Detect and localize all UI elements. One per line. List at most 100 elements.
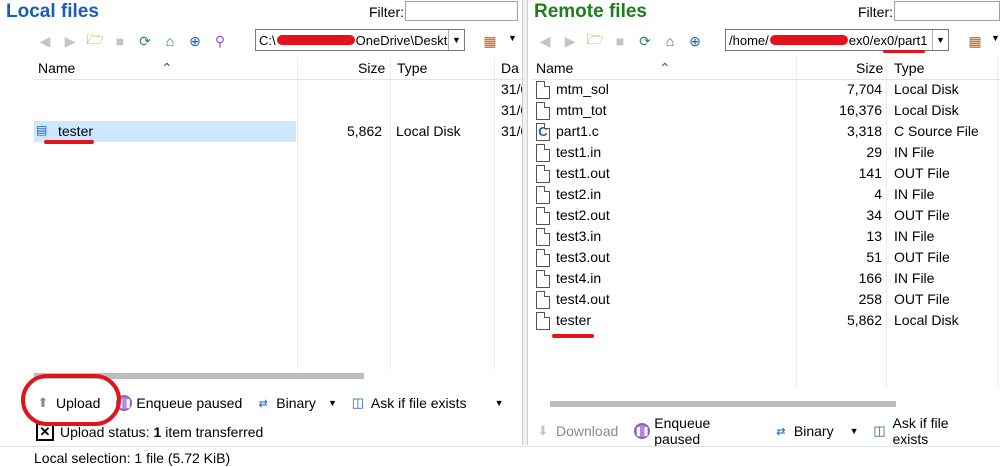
scrollbar-thumb[interactable] (550, 401, 896, 407)
file-name: tester (58, 123, 94, 139)
sort-ascending-icon: ⌃ (161, 60, 173, 76)
column-type[interactable]: Type (894, 60, 924, 76)
local-list-header: Name ⌃ Size Type Da (34, 58, 522, 80)
file-type: Local Disk (894, 102, 959, 118)
local-files-title: Local files (6, 1, 99, 22)
remote-horizontal-scrollbar[interactable] (532, 400, 1000, 408)
file-icon (536, 291, 550, 309)
file-name: mtm_sol (556, 81, 609, 97)
chevron-down-icon[interactable]: ▼ (850, 426, 859, 436)
local-path-suffix: OneDrive\Deskto (355, 32, 455, 48)
refresh-icon[interactable]: ⟳ (634, 31, 656, 51)
stop-icon[interactable]: ■ (609, 31, 631, 51)
find-folder-icon[interactable]: ⚲ (209, 31, 231, 51)
folder-up-icon[interactable]: 🗁 (584, 31, 606, 51)
file-name: part1.c (556, 123, 599, 139)
file-size: 141 (858, 165, 882, 181)
list-item[interactable]: tester 5,862 Local Disk (532, 310, 1000, 331)
column-size[interactable]: Size (358, 60, 385, 76)
list-item[interactable]: test2.in 4 IN File (532, 184, 1000, 205)
file-size: 5,862 (347, 123, 383, 139)
folder-up-icon[interactable]: 🗁 (84, 31, 106, 51)
list-item[interactable]: test3.out 51 OUT File (532, 247, 1000, 268)
home-icon[interactable]: ⌂ (159, 31, 181, 51)
column-name[interactable]: Name (38, 60, 75, 76)
column-date[interactable]: Da (501, 60, 519, 76)
file-icon (536, 207, 550, 225)
binary-button[interactable]: ⇄ Binary ▼ (254, 394, 337, 412)
file-name: test1.out (556, 165, 610, 181)
file-type: OUT File (894, 249, 950, 265)
enqueue-paused-label: Enqueue paused (654, 415, 711, 447)
file-type: Local Disk (396, 123, 461, 139)
binary-label: Binary (793, 423, 834, 439)
remote-toolbar: ◀ ▶ 🗁 ■ ⟳ ⌂ ⊕ (534, 30, 709, 52)
forward-icon[interactable]: ▶ (59, 31, 81, 51)
list-item[interactable]: test1.out 141 OUT File (532, 163, 1000, 184)
file-name: test3.in (556, 228, 602, 244)
chevron-down-icon[interactable]: ▼ (932, 30, 948, 50)
file-type: C Source File (894, 123, 979, 139)
list-item[interactable]: test4.out 258 OUT File (532, 289, 1000, 310)
red-underline-annotation (883, 50, 925, 53)
binary-label: Binary (276, 395, 316, 411)
remote-filter-input[interactable] (894, 1, 1000, 21)
new-folder-icon[interactable]: ⊕ (684, 31, 706, 51)
download-label: Download (556, 423, 619, 439)
new-folder-icon[interactable]: ⊕ (184, 31, 206, 51)
list-item[interactable]: Cpart1.c 3,318 C Source File (532, 121, 1000, 142)
ask-if-file-exists-button[interactable]: ◫ Ask if file exists (871, 415, 988, 447)
local-path-prefix: C:\ (259, 32, 276, 48)
file-name: mtm_tot (556, 102, 607, 118)
ask-if-file-exists-button[interactable]: ◫ Ask if file exists ▼ (349, 394, 504, 412)
file-icon (536, 228, 550, 246)
chevron-down-icon[interactable]: ▼ (328, 398, 337, 408)
local-selection-status: Local selection: 1 file (5.72 KiB) (34, 450, 231, 466)
enqueue-paused-button[interactable]: ❚❚ Enqueue paused (116, 395, 242, 411)
column-type[interactable]: Type (397, 60, 427, 76)
back-icon[interactable]: ◀ (34, 31, 56, 51)
view-options-dropdown-icon[interactable]: ▼ (508, 33, 517, 43)
remote-transfer-toolbar: ⬇ Download ❚❚ Enqueue paused ⇄ Binary ▼ … (534, 415, 1000, 447)
view-options-icon[interactable]: ▦ (479, 31, 501, 51)
file-name: test3.out (556, 249, 610, 265)
home-icon[interactable]: ⌂ (659, 31, 681, 51)
list-item[interactable]: 31/0 (34, 79, 528, 100)
stop-icon[interactable]: ■ (109, 31, 131, 51)
file-size: 166 (858, 270, 882, 286)
c-source-icon: C (536, 123, 550, 141)
list-item[interactable]: test4.in 166 IN File (532, 268, 1000, 289)
column-name[interactable]: Name (536, 60, 573, 76)
local-path-combobox[interactable]: C:\ OneDrive\Deskto ▼ (255, 29, 465, 51)
local-toolbar: ◀ ▶ 🗁 ■ ⟳ ⌂ ⊕ ⚲ (34, 30, 234, 52)
list-item[interactable]: mtm_sol 7,704 Local Disk (532, 79, 1000, 100)
chevron-down-icon[interactable]: ▼ (495, 398, 504, 408)
list-item[interactable]: test1.in 29 IN File (532, 142, 1000, 163)
list-item[interactable]: test2.out 34 OUT File (532, 205, 1000, 226)
file-name: test1.in (556, 144, 602, 160)
binary-icon: ⇄ (776, 425, 786, 438)
file-icon (536, 81, 550, 99)
view-options-dropdown-icon[interactable]: ▼ (991, 33, 1000, 43)
file-icon (536, 144, 550, 162)
list-item[interactable]: mtm_tot 16,376 Local Disk (532, 100, 1000, 121)
remote-path-combobox[interactable]: /home/ ex0/ex0/part1 ▼ (725, 29, 949, 51)
back-icon[interactable]: ◀ (534, 31, 556, 51)
view-options-icon[interactable]: ▦ (964, 31, 986, 51)
binary-button[interactable]: ⇄ Binary ▼ (772, 422, 859, 440)
column-size[interactable]: Size (856, 60, 883, 76)
refresh-icon[interactable]: ⟳ (134, 31, 156, 51)
file-icon (536, 165, 550, 183)
local-filter-input[interactable] (405, 1, 518, 21)
forward-icon[interactable]: ▶ (559, 31, 581, 51)
file-type: IN File (894, 144, 935, 160)
download-button[interactable]: ⬇ Download (534, 422, 619, 440)
list-item[interactable]: 31/0 (34, 100, 528, 121)
ask-label: Ask if file exists (892, 415, 949, 447)
enqueue-paused-button[interactable]: ❚❚ Enqueue paused (634, 415, 760, 447)
list-item[interactable]: test3.in 13 IN File (532, 226, 1000, 247)
chevron-down-icon[interactable]: ▼ (448, 30, 464, 50)
file-icon (536, 249, 550, 267)
list-item[interactable]: ▤ tester 5,862 Local Disk 31/0 (34, 121, 528, 142)
ask-label: Ask if file exists (370, 395, 467, 411)
